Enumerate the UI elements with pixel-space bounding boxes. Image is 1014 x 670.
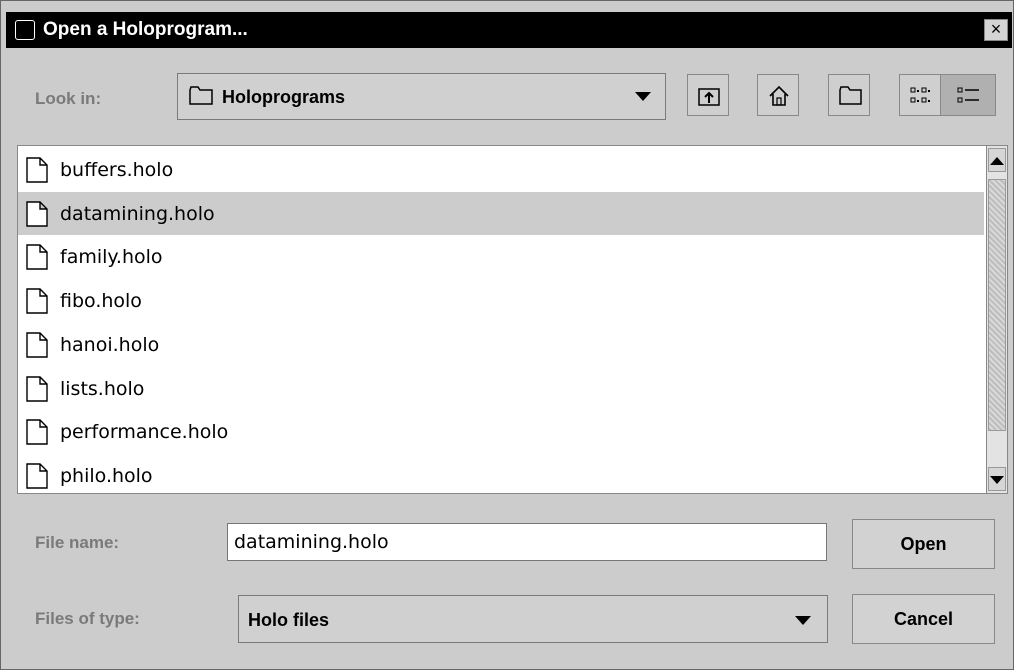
- look-in-value: Holoprograms: [222, 87, 346, 107]
- file-row[interactable]: fibo.holo: [18, 279, 984, 322]
- file-name: family.holo: [60, 246, 163, 269]
- home-icon: [769, 85, 789, 106]
- cancel-button[interactable]: Cancel: [852, 594, 995, 644]
- file-name: performance.holo: [60, 421, 229, 444]
- scroll-thumb[interactable]: [988, 179, 1006, 431]
- file-list[interactable]: buffers.holo datamining.holo family.holo fi…: [17, 145, 987, 494]
- new-folder-button[interactable]: [828, 74, 870, 116]
- arrow-down-icon: [990, 476, 1004, 484]
- file-row[interactable]: buffers.holo: [18, 148, 984, 191]
- file-name-label: File name:: [35, 533, 120, 552]
- folder-icon: [189, 86, 213, 105]
- chevron-down-icon: [795, 616, 811, 625]
- file-name: hanoi.holo: [60, 333, 160, 356]
- app-icon: [15, 20, 35, 40]
- file-row[interactable]: performance.holo: [18, 410, 984, 453]
- file-row[interactable]: family.holo: [18, 235, 984, 278]
- file-name: buffers.holo: [60, 159, 174, 181]
- up-folder-icon: [698, 88, 720, 106]
- file-icon: [26, 375, 48, 402]
- file-type-value: Holo files: [248, 610, 330, 630]
- file-icon: [26, 463, 48, 489]
- open-dialog: Open a Holoprogram... × Look in: Holopro…: [0, 0, 1014, 670]
- file-name-field[interactable]: datamining.holo: [227, 523, 827, 561]
- file-type-select[interactable]: Holo files: [238, 595, 828, 643]
- file-row[interactable]: datamining.holo: [18, 191, 984, 235]
- file-icon: [26, 244, 48, 271]
- file-row[interactable]: philo.holo: [18, 454, 984, 493]
- file-icon: [26, 332, 48, 358]
- file-name: philo.holo: [60, 464, 153, 487]
- new-folder-icon: [839, 86, 862, 105]
- up-folder-button[interactable]: [687, 74, 729, 116]
- vertical-scrollbar[interactable]: [986, 145, 1008, 494]
- file-type-label: Files of type:: [35, 609, 140, 628]
- file-name: fibo.holo: [60, 290, 142, 313]
- window-title: Open a Holoprogram...: [43, 19, 248, 40]
- file-icon: [26, 288, 48, 314]
- look-in-label: Look in:: [35, 89, 102, 108]
- details-view-button[interactable]: [940, 74, 996, 116]
- file-name: datamining.holo: [60, 202, 215, 225]
- close-button[interactable]: ×: [984, 19, 1008, 41]
- file-icon: [26, 157, 48, 183]
- file-row[interactable]: lists.holo: [18, 367, 984, 410]
- scroll-up-button[interactable]: [988, 148, 1006, 172]
- file-icon: [26, 419, 48, 445]
- title-bar[interactable]: Open a Holoprogram... ×: [6, 12, 1012, 48]
- chevron-down-icon: [635, 92, 651, 101]
- list-view-button[interactable]: [899, 74, 941, 116]
- file-name: lists.holo: [60, 377, 145, 400]
- open-button[interactable]: Open: [852, 519, 995, 569]
- home-button[interactable]: [757, 74, 799, 116]
- list-view-icon: [910, 87, 930, 103]
- arrow-up-icon: [990, 157, 1004, 165]
- details-view-icon: [957, 87, 979, 103]
- file-icon: [26, 200, 48, 227]
- file-row[interactable]: hanoi.holo: [18, 323, 984, 366]
- file-name-value: datamining.holo: [234, 531, 389, 553]
- scroll-down-button[interactable]: [988, 467, 1006, 491]
- look-in-select[interactable]: Holoprograms: [177, 73, 666, 120]
